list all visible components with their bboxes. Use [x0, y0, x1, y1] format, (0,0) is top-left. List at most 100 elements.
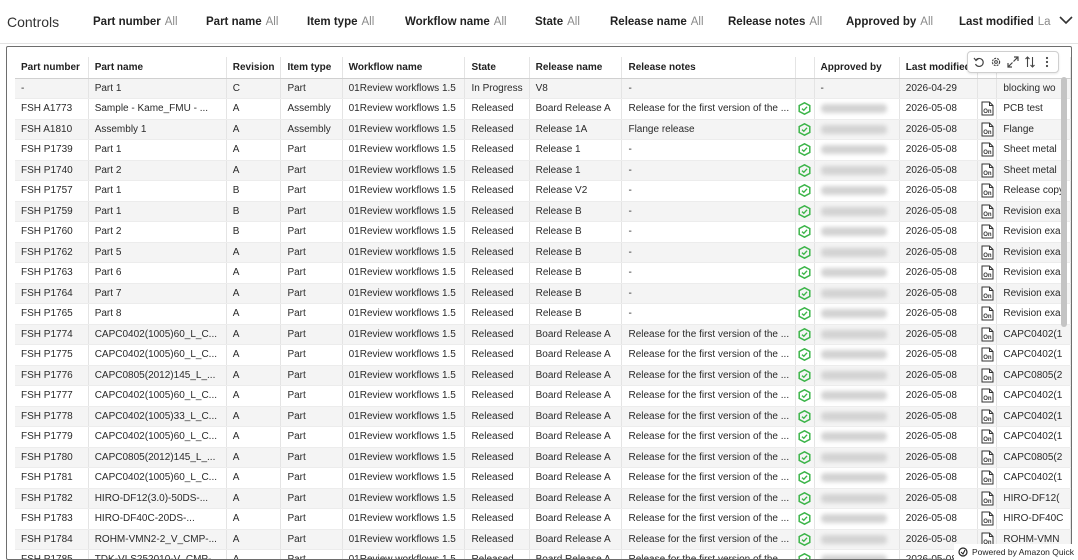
document-onshape-icon[interactable]: On: [981, 142, 994, 157]
workflow-status-icon[interactable]: [798, 553, 811, 560]
table-row[interactable]: FSH P1762 Part 5 A Part 01Review workflows 1…: [15, 242, 1071, 263]
table-row[interactable]: FSH P1781 CAPC0402(1005)60_L_C... A Part 01R…: [15, 467, 1071, 489]
filter-control[interactable]: Part number All: [93, 16, 178, 28]
column-header[interactable]: Workflow name: [342, 57, 466, 79]
table-row[interactable]: FSH P1774 CAPC0402(1005)60_L_C... A Part 01R…: [15, 324, 1071, 345]
powered-by-footer[interactable]: Powered by Amazon Quick: [953, 544, 1078, 560]
workflow-status-icon[interactable]: [798, 307, 811, 321]
document-onshape-icon[interactable]: On: [981, 511, 994, 526]
filter-control[interactable]: Workflow name All: [405, 16, 507, 28]
table-row[interactable]: FSH P1784 ROHM-VMN2-2_V_CMP-... A Part 01Rev…: [15, 529, 1071, 550]
vertical-scrollbar[interactable]: [1061, 77, 1067, 327]
document-onshape-icon[interactable]: On: [981, 204, 994, 219]
filter-control[interactable]: Item type All: [307, 16, 374, 28]
document-onshape-icon[interactable]: On: [981, 347, 994, 362]
table-row[interactable]: FSH P1782 HIRO-DF12(3.0)-50DS-... A Part 01R…: [15, 488, 1071, 509]
table-row[interactable]: FSH P1759 Part 1 B Part 01Review workflows 1…: [15, 201, 1071, 222]
chevron-down-icon[interactable]: [1058, 12, 1074, 28]
table-row[interactable]: FSH P1777 CAPC0402(1005)60_L_C... A Part 01R…: [15, 385, 1071, 407]
table-row[interactable]: FSH P1740 Part 2 A Part 01Review workflows 1…: [15, 160, 1071, 181]
table-row[interactable]: FSH P1763 Part 6 A Part 01Review workflows 1…: [15, 262, 1071, 284]
workflow-status-icon[interactable]: [798, 532, 811, 546]
table-row[interactable]: - Part 1 C Part 01Review workflows 1.5 In Pro…: [15, 78, 1071, 99]
table-row[interactable]: FSH P1779 CAPC0402(1005)60_L_C... A Part 01R…: [15, 426, 1071, 448]
filter-control[interactable]: Release notes All: [728, 16, 822, 28]
table-row[interactable]: FSH A1773 Sample - Kame_FMU - ... A Assembl…: [15, 98, 1071, 120]
workflow-status-icon[interactable]: [798, 327, 811, 341]
document-onshape-icon[interactable]: On: [981, 327, 994, 342]
document-onshape-icon[interactable]: On: [981, 245, 994, 260]
column-header[interactable]: Part name: [88, 57, 227, 79]
workflow-status-icon[interactable]: [798, 450, 811, 464]
undo-icon[interactable]: [972, 55, 986, 69]
document-onshape-icon[interactable]: On: [981, 491, 994, 506]
table-row[interactable]: FSH P1778 CAPC0402(1005)33_L_C... A Part 01R…: [15, 406, 1071, 427]
workflow-status-icon[interactable]: [798, 348, 811, 362]
workflow-status-icon[interactable]: [798, 266, 811, 280]
expand-icon[interactable]: [1006, 55, 1020, 69]
workflow-status-icon[interactable]: [798, 102, 811, 116]
table-cell: Part: [280, 426, 343, 448]
workflow-status-icon[interactable]: [798, 409, 811, 423]
column-header[interactable]: Part number: [15, 57, 89, 79]
filter-control[interactable]: Release name All: [610, 16, 704, 28]
table-row[interactable]: FSH P1739 Part 1 A Part 01Review workflows 1…: [15, 139, 1071, 161]
document-icon-cell: On: [977, 98, 998, 120]
document-onshape-icon[interactable]: On: [981, 450, 994, 465]
table-row[interactable]: FSH P1760 Part 2 B Part 01Review workflows 1…: [15, 221, 1071, 243]
workflow-status-icon[interactable]: [798, 163, 811, 177]
table-row[interactable]: FSH P1775 CAPC0402(1005)60_L_C... A Part 01R…: [15, 344, 1071, 366]
column-header[interactable]: [795, 57, 815, 79]
document-onshape-icon[interactable]: On: [981, 286, 994, 301]
table-row[interactable]: FSH P1785 TDK-VLS252010-V_CMP-... A Part 01R…: [15, 549, 1071, 560]
workflow-status-icon[interactable]: [798, 491, 811, 505]
column-header[interactable]: Item type: [280, 57, 343, 79]
workflow-status-icon[interactable]: [798, 286, 811, 300]
document-onshape-icon[interactable]: On: [981, 470, 994, 485]
document-onshape-icon[interactable]: On: [981, 368, 994, 383]
redacted-name: [820, 309, 887, 319]
workflow-status-icon[interactable]: [798, 225, 811, 239]
workflow-status-icon[interactable]: [798, 204, 811, 218]
workflow-status-icon[interactable]: [798, 184, 811, 198]
more-icon[interactable]: [1040, 55, 1054, 69]
document-onshape-icon[interactable]: On: [981, 122, 994, 137]
document-onshape-icon[interactable]: On: [981, 429, 994, 444]
column-header[interactable]: Last modified: [899, 57, 978, 79]
filter-control[interactable]: State All: [535, 16, 580, 28]
document-onshape-icon[interactable]: On: [981, 388, 994, 403]
workflow-status-icon[interactable]: [798, 368, 811, 382]
document-onshape-icon[interactable]: On: [981, 409, 994, 424]
document-onshape-icon[interactable]: On: [981, 224, 994, 239]
filter-control[interactable]: Approved by All: [846, 16, 933, 28]
table-row[interactable]: FSH P1765 Part 8 A Part 01Review workflows 1…: [15, 303, 1071, 325]
document-onshape-icon[interactable]: On: [981, 163, 994, 178]
workflow-status-icon[interactable]: [798, 245, 811, 259]
workflow-status-icon[interactable]: [798, 122, 811, 136]
table-row[interactable]: FSH P1764 Part 7 A Part 01Review workflows 1…: [15, 283, 1071, 304]
column-header[interactable]: Release notes: [621, 57, 797, 79]
workflow-status-icon[interactable]: [798, 471, 811, 485]
workflow-status-icon[interactable]: [798, 143, 811, 157]
column-header[interactable]: State: [464, 57, 530, 79]
workflow-status-icon[interactable]: [798, 512, 811, 526]
filter-control[interactable]: Last modified La: [959, 16, 1051, 28]
settings-icon[interactable]: [989, 55, 1003, 69]
document-onshape-icon[interactable]: On: [981, 265, 994, 280]
workflow-status-icon[interactable]: [798, 430, 811, 444]
table-row[interactable]: FSH A1810 Assembly 1 A Assembly 01Review wor…: [15, 119, 1071, 140]
workflow-icon-cell: [795, 160, 815, 181]
column-header[interactable]: Revision: [226, 57, 282, 79]
document-onshape-icon[interactable]: On: [981, 101, 994, 116]
table-row[interactable]: FSH P1757 Part 1 B Part 01Review workflows 1…: [15, 180, 1071, 202]
sort-icon[interactable]: [1023, 55, 1037, 69]
column-header[interactable]: Release name: [529, 57, 623, 79]
filter-control[interactable]: Part name All: [206, 16, 278, 28]
workflow-status-icon[interactable]: [798, 389, 811, 403]
document-onshape-icon[interactable]: On: [981, 306, 994, 321]
table-row[interactable]: FSH P1776 CAPC0805(2012)145_L_... A Part 01R…: [15, 365, 1071, 386]
document-onshape-icon[interactable]: On: [981, 183, 994, 198]
table-row[interactable]: FSH P1783 HIRO-DF40C-20DS-... A Part 01Revie…: [15, 508, 1071, 530]
table-row[interactable]: FSH P1780 CAPC0805(2012)145_L_... A Part 01R…: [15, 447, 1071, 468]
column-header[interactable]: Approved by: [814, 57, 900, 79]
